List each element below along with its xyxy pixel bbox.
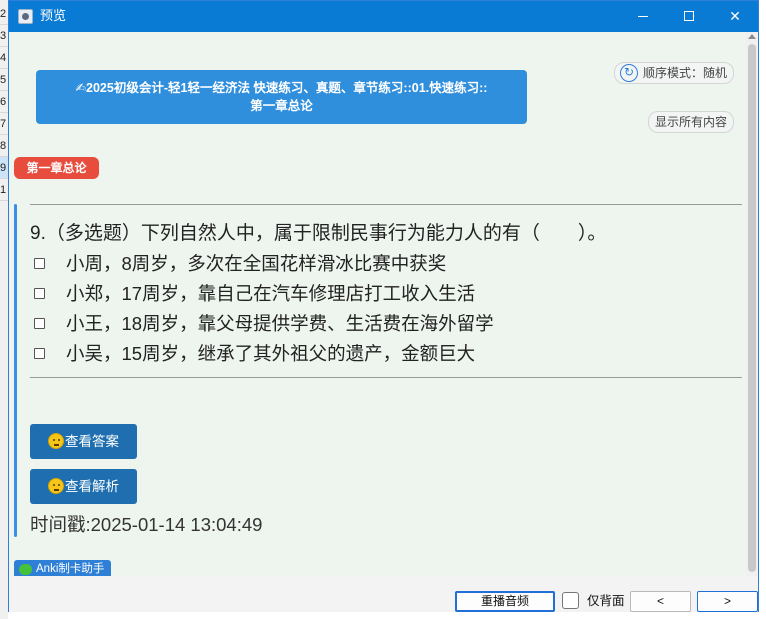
chapter-tag: 第一章总论	[14, 157, 99, 179]
order-mode-button[interactable]: ↻ 顺序模式：随机	[614, 62, 734, 84]
background-row: 1	[0, 179, 8, 201]
card-accent-bar	[14, 204, 17, 537]
deck-title-line: ✍2025初级会计-轻1轻一经济法 快速练习、真题、章节练习::01.快速练习:…	[75, 81, 488, 95]
view-answer-label: 查看答案	[65, 434, 119, 449]
option-text: 小周，8周岁，多次在全国花样滑冰比赛中获奖	[66, 253, 447, 274]
scroll-up-icon[interactable]	[748, 34, 756, 39]
divider	[30, 204, 742, 205]
close-icon: ✕	[729, 8, 741, 24]
background-row: 4	[0, 47, 8, 69]
option-checkbox[interactable]	[34, 318, 45, 329]
preview-window: 预览 ✕ ✍2025初级会计-轻1轻一经济法 快速练习、真题、章节练习::01.…	[8, 0, 759, 612]
next-button[interactable]: >	[697, 591, 758, 612]
replay-audio-button[interactable]: 重播音频	[455, 591, 555, 612]
previous-button[interactable]: <	[630, 591, 691, 612]
show-all-button[interactable]: 显示所有内容	[648, 111, 734, 133]
divider	[30, 377, 742, 378]
app-icon	[18, 9, 33, 24]
order-mode-label: 顺序模式：随机	[643, 66, 728, 80]
deck-title-banner: ✍2025初级会计-轻1轻一经济法 快速练习、真题、章节练习::01.快速练习:…	[36, 70, 527, 124]
maximize-button[interactable]	[666, 1, 712, 32]
refresh-icon: ↻	[620, 64, 638, 82]
scroll-thumb[interactable]	[748, 44, 756, 572]
background-row: 3	[0, 25, 8, 47]
background-row: 5	[0, 69, 8, 91]
bottom-toolbar: 重播音频 仅背面 < >	[9, 576, 758, 612]
background-app-rows: 2 3 4 5 6 7 8 9 1	[0, 0, 8, 619]
maximize-icon	[684, 11, 694, 21]
question-text: 9.（多选题）下列自然人中，属于限制民事行为能力人的有（ ）。	[30, 223, 607, 244]
deck-title-line: 第一章总论	[250, 99, 313, 113]
back-only-checkbox[interactable]	[562, 592, 579, 609]
thinking-face-icon	[48, 478, 64, 494]
background-row: 2	[0, 3, 8, 25]
minimize-icon	[638, 16, 648, 17]
wechat-icon	[19, 564, 32, 575]
worried-face-icon	[48, 433, 64, 449]
option-text: 小郑，17周岁，靠自己在汽车修理店打工收入生活	[66, 283, 476, 304]
minimize-button[interactable]	[620, 1, 666, 32]
background-row: 7	[0, 113, 8, 135]
title-bar[interactable]: 预览 ✕	[9, 1, 758, 32]
view-analysis-button[interactable]: 查看解析	[30, 469, 137, 504]
card-content-area: ✍2025初级会计-轻1轻一经济法 快速练习、真题、章节练习::01.快速练习:…	[9, 32, 744, 579]
background-row: 6	[0, 91, 8, 113]
view-analysis-label: 查看解析	[65, 479, 119, 494]
timestamp: 时间戳:2025-01-14 13:04:49	[30, 514, 263, 535]
option-checkbox[interactable]	[34, 288, 45, 299]
option-checkbox[interactable]	[34, 258, 45, 269]
close-button[interactable]: ✕	[712, 1, 758, 32]
option-checkbox[interactable]	[34, 348, 45, 359]
option-text: 小吴，15周岁，继承了其外祖父的遗产，金额巨大	[66, 343, 476, 364]
vertical-scrollbar[interactable]	[745, 32, 758, 576]
window-title: 预览	[40, 8, 67, 23]
view-answer-button[interactable]: 查看答案	[30, 424, 137, 459]
background-row: 8	[0, 135, 8, 157]
back-only-label: 仅背面	[587, 594, 625, 608]
anki-badge-label: Anki制卡助手	[36, 563, 105, 575]
background-row: 9	[0, 157, 8, 179]
option-text: 小王，18周岁，靠父母提供学费、生活费在海外留学	[66, 313, 494, 334]
